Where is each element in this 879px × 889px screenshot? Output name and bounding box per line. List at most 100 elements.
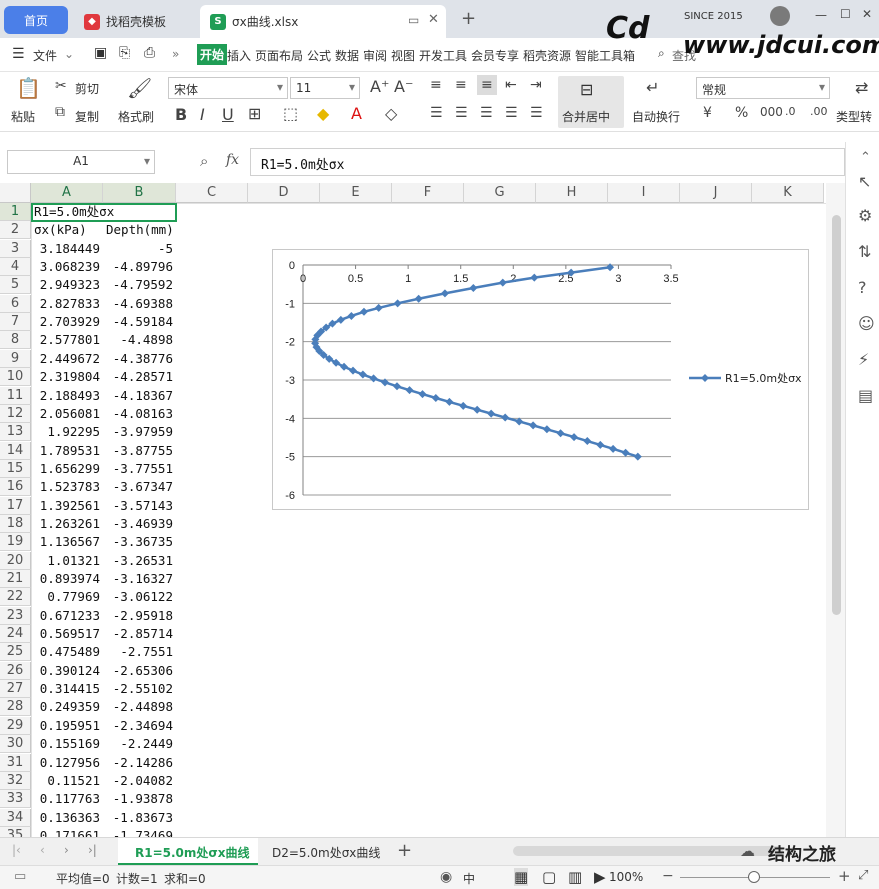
hamburger-icon[interactable]: ☰: [12, 46, 25, 62]
align-middle-icon[interactable]: ≡: [455, 77, 467, 93]
decrease-decimal-icon[interactable]: .00: [810, 105, 828, 118]
underline-icon[interactable]: U: [222, 105, 234, 124]
minimize-icon[interactable]: —: [815, 8, 827, 22]
close-window-icon[interactable]: ✕: [862, 7, 872, 21]
eye-icon[interactable]: ◉: [440, 869, 452, 885]
format-painter-icon[interactable]: 🖌: [127, 76, 152, 100]
row-header[interactable]: 14: [0, 441, 31, 460]
select-all-corner[interactable]: [0, 183, 31, 203]
cell[interactable]: -3.16327: [103, 570, 173, 588]
reading-icon[interactable]: ▶: [594, 868, 606, 886]
tab-template[interactable]: ◆ 找稻壳模板: [74, 5, 198, 38]
column-header[interactable]: K: [752, 183, 824, 203]
properties-icon[interactable]: ⚙: [858, 206, 872, 225]
currency-icon[interactable]: ¥: [703, 105, 712, 121]
type-convert-button[interactable]: 类型转: [836, 108, 872, 125]
row-header[interactable]: 2: [0, 221, 31, 240]
row-header[interactable]: 27: [0, 680, 31, 699]
column-header[interactable]: D: [248, 183, 320, 203]
cell[interactable]: -1.93878: [103, 790, 173, 808]
cell[interactable]: -3.67347: [103, 478, 173, 496]
clear-icon[interactable]: ◇: [385, 104, 397, 123]
row-header[interactable]: 13: [0, 423, 31, 442]
cell[interactable]: 1.263261: [31, 515, 100, 533]
cell[interactable]: -2.44898: [103, 698, 173, 716]
collapse-icon[interactable]: ⌃: [860, 150, 871, 165]
menu-docer[interactable]: 稻壳资源: [523, 47, 571, 64]
menu-data[interactable]: 数据: [335, 47, 359, 64]
select-cursor-icon[interactable]: ↖: [858, 172, 871, 191]
cell[interactable]: -4.79592: [103, 276, 173, 294]
help-icon[interactable]: ?: [858, 278, 867, 297]
row-header[interactable]: 7: [0, 313, 31, 332]
row-header[interactable]: 10: [0, 368, 31, 387]
sheet-tab-2[interactable]: D2=5.0m处σx曲线: [272, 844, 380, 861]
cell[interactable]: -2.34694: [103, 717, 173, 735]
normal-view-icon[interactable]: ▦: [514, 868, 529, 886]
fx-icon[interactable]: fx: [226, 152, 239, 168]
cell[interactable]: 1.136567: [31, 533, 100, 551]
cell[interactable]: 0.314415: [31, 680, 100, 698]
sheet-tab-active[interactable]: R1=5.0m处σx曲线: [118, 838, 258, 865]
column-header[interactable]: H: [536, 183, 608, 203]
thousands-icon[interactable]: 000: [760, 105, 783, 119]
first-sheet-icon[interactable]: |‹: [12, 843, 21, 857]
cell[interactable]: 0.11521: [31, 772, 100, 790]
row-header[interactable]: 33: [0, 790, 31, 809]
column-header[interactable]: C: [176, 183, 248, 203]
menu-view[interactable]: 视图: [391, 47, 415, 64]
menu-developer[interactable]: 开发工具: [419, 47, 467, 64]
cell[interactable]: -4.18367: [103, 387, 173, 405]
cell[interactable]: 2.449672: [31, 350, 100, 368]
bold-icon[interactable]: B: [175, 105, 187, 124]
zoom-out-icon[interactable]: −: [662, 868, 674, 884]
cell[interactable]: 0.475489: [31, 643, 100, 661]
cell[interactable]: -3.97959: [103, 423, 173, 441]
export-icon[interactable]: ⎘: [119, 45, 130, 61]
cut-button[interactable]: 剪切: [75, 80, 99, 97]
row-header[interactable]: 19: [0, 533, 31, 552]
row-header[interactable]: 26: [0, 661, 31, 680]
paste-icon[interactable]: 📋: [16, 76, 41, 100]
last-sheet-icon[interactable]: ›|: [88, 843, 97, 857]
menu-file[interactable]: 文件: [33, 47, 57, 64]
close-tab-icon[interactable]: ✕: [428, 12, 439, 27]
menu-formulas[interactable]: 公式: [307, 47, 331, 64]
row-header[interactable]: 5: [0, 276, 31, 295]
row-header[interactable]: 22: [0, 588, 31, 607]
cell[interactable]: 2.703929: [31, 313, 100, 331]
row-header[interactable]: 30: [0, 735, 31, 754]
number-format-select[interactable]: 常规 ▾: [696, 77, 830, 99]
zoom-level[interactable]: 100%: [609, 870, 643, 884]
column-header[interactable]: F: [392, 183, 464, 203]
italic-icon[interactable]: I: [200, 105, 205, 124]
cell[interactable]: -2.04082: [103, 772, 173, 790]
font-size-select[interactable]: 11 ▾: [290, 77, 360, 99]
cell[interactable]: 0.171661: [31, 827, 100, 837]
row-header[interactable]: 28: [0, 698, 31, 717]
increase-decimal-icon[interactable]: .0: [785, 105, 796, 118]
formula-input[interactable]: R1=5.0m处σx: [250, 148, 845, 176]
cell[interactable]: -3.26531: [103, 552, 173, 570]
scroll-thumb[interactable]: [832, 215, 841, 615]
cell[interactable]: -2.7551: [103, 643, 173, 661]
cell[interactable]: -3.77551: [103, 460, 173, 478]
tab-file[interactable]: S σx曲线.xlsx ▭ ✕: [200, 5, 446, 38]
cell[interactable]: 0.77969: [31, 588, 100, 606]
column-header[interactable]: J: [680, 183, 752, 203]
cell[interactable]: -3.46939: [103, 515, 173, 533]
cell[interactable]: 0.136363: [31, 809, 100, 827]
border-icon[interactable]: ⊞: [248, 104, 261, 123]
cell[interactable]: -4.38776: [103, 350, 173, 368]
justify-icon[interactable]: ☰: [505, 105, 518, 121]
cell[interactable]: 2.056081: [31, 405, 100, 423]
cell[interactable]: 3.068239: [31, 258, 100, 276]
zoom-icon[interactable]: ⌕: [200, 152, 208, 170]
add-sheet-icon[interactable]: +: [397, 840, 412, 861]
row-header[interactable]: 23: [0, 606, 31, 625]
row-header[interactable]: 6: [0, 294, 31, 313]
increase-font-icon[interactable]: A⁺: [370, 77, 389, 96]
cell[interactable]: 0.671233: [31, 607, 100, 625]
cell[interactable]: -2.14286: [103, 754, 173, 772]
name-box[interactable]: A1 ▾: [7, 150, 155, 174]
